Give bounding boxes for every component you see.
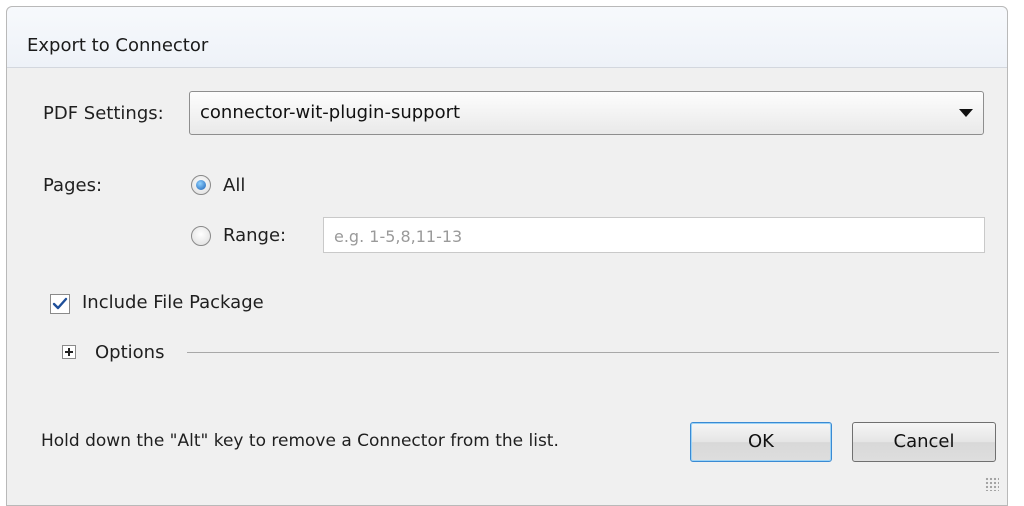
pages-range-label[interactable]: Range: [223,225,286,246]
cancel-button[interactable]: Cancel [852,422,996,462]
checkmark-icon [52,297,68,310]
pages-range-radio[interactable] [191,226,211,246]
dialog-title: Export to Connector [27,35,209,56]
chevron-down-icon[interactable] [959,109,973,117]
pdf-settings-value: connector-wit-plugin-support [200,102,461,123]
options-label[interactable]: Options [95,342,164,363]
export-dialog: Export to Connector PDF Settings: connec… [6,6,1008,506]
ok-button[interactable]: OK [690,422,832,462]
pages-all-label[interactable]: All [223,175,245,196]
pages-all-radio[interactable] [191,175,211,195]
range-input[interactable] [332,226,976,247]
pdf-settings-label: PDF Settings: [43,103,164,124]
options-divider [187,352,999,353]
include-file-package-checkbox[interactable] [50,294,70,314]
title-bar[interactable]: Export to Connector [7,7,1007,68]
pages-label: Pages: [43,175,103,196]
resize-grip-icon[interactable] [985,477,999,491]
footer-hint: Hold down the "Alt" key to remove a Conn… [41,431,559,451]
include-file-package-label[interactable]: Include File Package [82,292,264,313]
range-field[interactable] [323,217,985,253]
expand-plus-icon[interactable] [62,345,76,359]
pdf-settings-dropdown[interactable]: connector-wit-plugin-support [189,91,984,135]
